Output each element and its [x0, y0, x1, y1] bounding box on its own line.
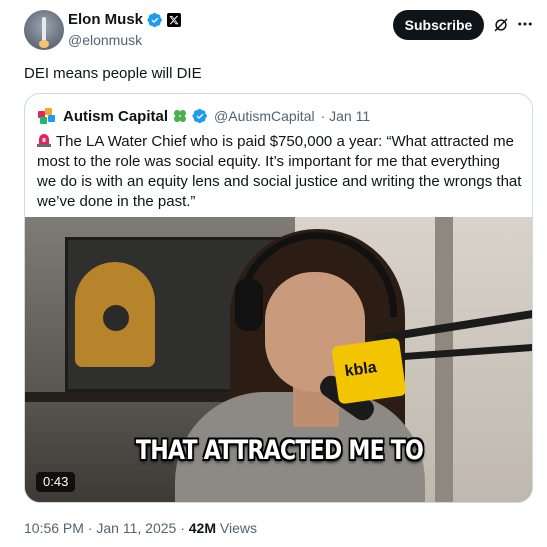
- video-caption: THAT ATTRACTED ME TO: [135, 435, 424, 466]
- verified-badge-icon: [147, 12, 162, 28]
- quote-author-avatar[interactable]: [37, 106, 57, 126]
- subscribe-button[interactable]: Subscribe: [393, 10, 484, 40]
- microphone-flag: kbla: [331, 337, 407, 405]
- tweet-meta: 10:56 PM · Jan 11, 2025 · 42M Views: [24, 519, 257, 537]
- quote-header: Autism Capital @AutismCapital · Jan 11: [37, 106, 370, 126]
- clover-icon: [174, 110, 187, 122]
- video-duration: 0:43: [36, 472, 76, 492]
- author-info: Elon Musk @elonmusk: [68, 11, 182, 49]
- meta-separator-2: ·: [180, 520, 185, 536]
- tweet-time[interactable]: 10:56 PM: [24, 520, 84, 536]
- x-affiliate-icon: [167, 13, 182, 27]
- video-player[interactable]: kbla THAT ATTRACTED ME TO 0:43: [25, 217, 532, 502]
- author-handle[interactable]: @elonmusk: [68, 31, 181, 49]
- quote-verified-badge-icon: [192, 108, 207, 124]
- quote-date[interactable]: · Jan 11: [321, 108, 371, 124]
- more-icon[interactable]: [516, 15, 534, 33]
- quote-author-name[interactable]: Autism Capital: [63, 108, 168, 125]
- views-label: Views: [219, 520, 257, 536]
- siren-icon: [37, 134, 51, 147]
- meta-separator: ·: [87, 520, 93, 536]
- quote-author-handle[interactable]: @AutismCapital: [214, 108, 315, 124]
- views-count[interactable]: 42M: [189, 520, 216, 536]
- quote-text-body: The LA Water Chief who is paid $750,000 …: [37, 133, 522, 210]
- author-name[interactable]: Elon Musk: [68, 11, 143, 29]
- quote-tweet-card[interactable]: Autism Capital @AutismCapital · Jan 11 T…: [24, 93, 533, 503]
- tweet-date[interactable]: Jan 11, 2025: [96, 520, 176, 536]
- tweet-text: DEI means people will DIE: [24, 65, 202, 82]
- quote-text: The LA Water Chief who is paid $750,000 …: [37, 132, 523, 212]
- author-avatar[interactable]: [24, 10, 64, 50]
- grok-icon[interactable]: [492, 16, 510, 34]
- mic-flag-text: kbla: [343, 358, 378, 381]
- tweet-header: Elon Musk @elonmusk Subscribe: [16, 10, 534, 54]
